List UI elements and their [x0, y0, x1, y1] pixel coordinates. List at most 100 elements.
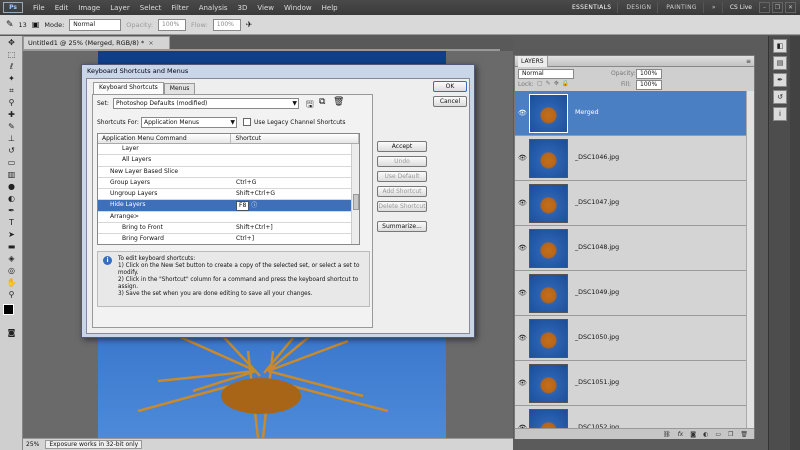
3d-orbit-tool-icon[interactable]: ◎ — [3, 266, 20, 276]
table-row[interactable]: Bring Forward Ctrl+] — [98, 234, 359, 244]
visibility-eye-icon[interactable]: 👁 — [518, 334, 527, 342]
zoom-tool-icon[interactable]: ⚲ — [3, 290, 20, 300]
shortcut-cell[interactable]: Ctrl+G — [232, 178, 349, 188]
shape-tool-icon[interactable]: ▬ — [3, 242, 20, 252]
eyedropper-tool-icon[interactable]: ⚲ — [3, 98, 20, 108]
shortcut-cell[interactable]: Shift+Ctrl+G — [232, 189, 349, 199]
brush-size[interactable]: 13 — [19, 21, 27, 29]
layer-name[interactable]: _DSC1048.jpg — [575, 244, 619, 251]
table-row[interactable]: All Layers — [98, 155, 359, 167]
shortcut-cell[interactable]: F8 ⓘ — [232, 200, 349, 212]
scroll-thumb[interactable] — [353, 194, 359, 210]
layer-name[interactable]: _DSC1047.jpg — [575, 199, 619, 206]
cs-live-button[interactable]: CS Live — [725, 3, 757, 12]
command-cell[interactable]: Bring Forward — [98, 234, 232, 244]
color-swatches[interactable] — [0, 304, 22, 326]
delete-set-icon[interactable]: 🗑 — [333, 97, 344, 107]
shortcuts-for-select[interactable]: Application Menus ▼ — [141, 117, 237, 128]
menu-help[interactable]: Help — [317, 4, 343, 12]
column-shortcut[interactable]: Shortcut — [231, 134, 359, 143]
ok-button[interactable]: OK — [433, 81, 467, 92]
restore-icon[interactable]: ❐ — [772, 2, 783, 13]
save-set-icon[interactable]: 🖫 — [306, 97, 314, 113]
mode-select[interactable]: Normal — [69, 18, 122, 31]
table-row[interactable]: Layer — [98, 144, 359, 156]
menu-edit[interactable]: Edit — [50, 4, 74, 12]
more-workspaces-button[interactable]: » — [706, 2, 723, 13]
folder-icon[interactable]: ▭ — [715, 431, 721, 438]
menu-filter[interactable]: Filter — [166, 4, 193, 12]
shortcut-cell[interactable] — [232, 167, 349, 177]
menu-3d[interactable]: 3D — [233, 4, 253, 12]
tab-layers[interactable]: LAYERS — [518, 56, 548, 67]
visibility-eye-icon[interactable]: 👁 — [518, 289, 527, 297]
layer-row[interactable]: 👁 _DSC1047.jpg — [515, 181, 754, 226]
layer-row[interactable]: 👁 _DSC1050.jpg — [515, 316, 754, 361]
table-row[interactable]: Ungroup Layers Shift+Ctrl+G — [98, 189, 359, 201]
new-layer-icon[interactable]: ❐ — [728, 431, 733, 438]
visibility-eye-icon[interactable]: 👁 — [518, 244, 527, 252]
healing-tool-icon[interactable]: ✚ — [3, 110, 20, 120]
summarize-button[interactable]: Summarize... — [377, 221, 427, 232]
menu-image[interactable]: Image — [73, 4, 105, 12]
3d-rotate-tool-icon[interactable]: ◈ — [3, 254, 20, 264]
eraser-tool-icon[interactable]: ▭ — [3, 158, 20, 168]
use-default-button[interactable]: Use Default — [377, 171, 427, 182]
history-brush-tool-icon[interactable]: ↺ — [3, 146, 20, 156]
command-cell[interactable]: Group Layers — [98, 178, 232, 188]
fill-field[interactable]: 100% — [636, 80, 662, 90]
shortcut-cell[interactable] — [232, 155, 349, 165]
workspace-essentials[interactable]: ESSENTIALS — [566, 2, 619, 13]
menu-view[interactable]: View — [252, 4, 279, 12]
table-row[interactable]: Group Layers Ctrl+G — [98, 178, 359, 190]
menu-analysis[interactable]: Analysis — [194, 4, 233, 12]
move-tool-icon[interactable]: ✥ — [3, 38, 20, 48]
zoom-level[interactable]: 25% — [26, 441, 39, 448]
menu-select[interactable]: Select — [135, 4, 167, 12]
quick-select-tool-icon[interactable]: ✦ — [3, 74, 20, 84]
trash-icon[interactable]: 🗑 — [740, 431, 748, 438]
layer-row[interactable]: 👁 Merged — [515, 91, 754, 136]
brush-tool-icon[interactable]: ✎ — [3, 122, 20, 132]
menu-window[interactable]: Window — [279, 4, 317, 12]
accept-button[interactable]: Accept — [377, 141, 427, 152]
table-scrollbar[interactable] — [351, 144, 359, 244]
command-cell[interactable]: All Layers — [98, 155, 232, 165]
visibility-eye-icon[interactable]: 👁 — [518, 199, 527, 207]
info-panel-icon[interactable]: i — [773, 107, 787, 121]
layer-name[interactable]: _DSC1046.jpg — [575, 154, 619, 161]
adjustment-icon[interactable]: ◐ — [703, 431, 708, 438]
pen-tool-icon[interactable]: ✒ — [3, 206, 20, 216]
gradient-tool-icon[interactable]: ▥ — [3, 170, 20, 180]
tab-menus[interactable]: Menus — [163, 83, 196, 94]
brush-panel-icon[interactable]: ▣ — [32, 20, 40, 29]
legacy-checkbox[interactable] — [243, 118, 251, 126]
layer-row[interactable]: 👁 _DSC1046.jpg — [515, 136, 754, 181]
layer-name[interactable]: Merged — [575, 109, 599, 116]
set-select[interactable]: Photoshop Defaults (modified) ▼ — [113, 98, 299, 109]
foreground-color[interactable] — [3, 304, 14, 315]
hand-tool-icon[interactable]: ✋ — [3, 278, 20, 288]
undo-button[interactable]: Undo — [377, 156, 427, 167]
shortcut-cell[interactable]: Shift+Ctrl+] — [232, 223, 349, 233]
command-cell[interactable]: Layer — [98, 144, 232, 154]
table-row[interactable]: Bring to Front Shift+Ctrl+] — [98, 223, 359, 235]
brush-tool-icon[interactable]: ✎ — [6, 20, 14, 30]
table-row[interactable]: Arrange> — [98, 212, 359, 224]
command-cell[interactable]: Arrange> — [98, 212, 232, 222]
minimize-icon[interactable]: – — [759, 2, 770, 13]
command-cell[interactable]: Ungroup Layers — [98, 189, 232, 199]
tab-keyboard-shortcuts[interactable]: Keyboard Shortcuts — [93, 82, 164, 94]
table-row[interactable]: Hide Layers F8 ⓘ — [98, 200, 359, 212]
type-tool-icon[interactable]: T — [3, 218, 20, 228]
shortcut-cell[interactable]: Ctrl+] — [232, 234, 349, 244]
visibility-eye-icon[interactable]: 👁 — [518, 154, 527, 162]
mask-icon[interactable]: ◙ — [690, 431, 696, 438]
visibility-eye-icon[interactable]: 👁 — [518, 109, 527, 117]
path-select-tool-icon[interactable]: ➤ — [3, 230, 20, 240]
shortcut-cell[interactable] — [232, 144, 349, 154]
new-set-icon[interactable]: ⧉ — [319, 97, 325, 107]
marquee-tool-icon[interactable]: ⬚ — [3, 50, 20, 60]
layers-scrollbar[interactable] — [746, 91, 754, 428]
table-row[interactable]: New Layer Based Slice — [98, 167, 359, 178]
